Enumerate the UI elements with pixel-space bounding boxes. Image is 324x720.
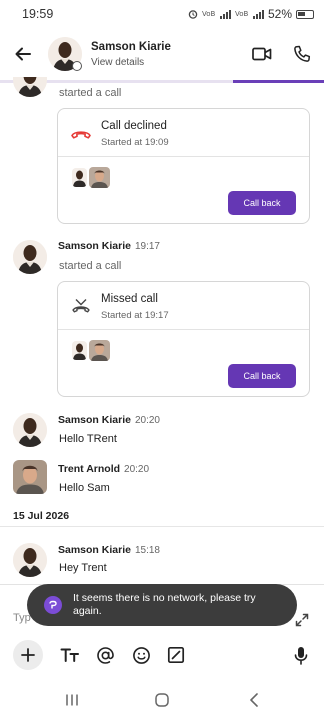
sender-name: Samson Kiarie: [58, 240, 131, 252]
phone-icon: [294, 45, 311, 62]
recents-button[interactable]: [60, 688, 84, 712]
header-info[interactable]: Samson Kiarie View details: [91, 41, 242, 68]
nav-back-button[interactable]: [242, 688, 266, 712]
signal-2-icon: [252, 9, 264, 19]
sketch-icon: [167, 646, 185, 664]
message-item: Samson Kiarie 15:18 Hey Trent: [0, 541, 324, 581]
presence-indicator: [72, 61, 82, 71]
sketch-button[interactable]: [161, 640, 191, 670]
network-label-2: VoB LTE2: [234, 10, 249, 18]
call-start-time: Started at 19:09: [101, 137, 169, 148]
message-item: Samson Kiarie 19:17 started a call: [0, 238, 324, 278]
home-icon: [155, 693, 169, 707]
emoji-button[interactable]: [126, 640, 156, 670]
audio-call-button[interactable]: [282, 34, 322, 74]
battery-icon: [296, 9, 314, 19]
toast-message: It seems there is no network, please try…: [73, 592, 256, 617]
message-text: Hello Sam: [59, 482, 110, 494]
mention-icon: [96, 646, 114, 664]
recents-icon: [66, 694, 78, 706]
date-separator: 15 Jul 2026: [13, 510, 70, 522]
nav-back-icon: [250, 693, 258, 707]
expand-icon[interactable]: [294, 612, 310, 628]
message-item: Trent Arnold 20:20 Hello Sam: [0, 460, 324, 500]
message-header: Samson Kiarie 19:17: [58, 240, 160, 252]
status-time: 19:59: [22, 7, 54, 21]
voice-message-button[interactable]: [286, 640, 316, 670]
video-call-icon: [252, 47, 272, 61]
participant-avatar: [72, 341, 87, 360]
message-header: Samson Kiarie 20:20: [58, 414, 160, 426]
home-button[interactable]: [150, 688, 174, 712]
message-text: started a call: [59, 87, 122, 99]
sender-name: Samson Kiarie: [58, 414, 131, 426]
call-back-button[interactable]: Call back: [228, 191, 296, 215]
status-bar: 19:59 VoB LTE1 VoB LTE2 52%: [0, 0, 324, 28]
back-button[interactable]: [0, 31, 46, 77]
message-time: 20:20: [124, 464, 150, 475]
plus-icon: [21, 648, 35, 662]
chat-header: Samson Kiarie View details: [0, 28, 324, 80]
call-card-declined: Call declined Started at 19:09 Call back: [57, 108, 310, 224]
text-format-icon: [60, 648, 79, 662]
system-nav-bar: [0, 680, 324, 720]
call-start-time: Started at 19:17: [101, 310, 169, 321]
network-label-1: VoB LTE1: [201, 10, 216, 18]
composer-toolbar: [0, 640, 324, 672]
microphone-icon: [294, 646, 308, 665]
message-time: 20:20: [134, 415, 160, 426]
text-format-button[interactable]: [55, 640, 85, 670]
avatar: [13, 460, 47, 494]
avatar: [13, 77, 47, 97]
message-text: Hey Trent: [59, 562, 107, 574]
call-back-button[interactable]: Call back: [228, 364, 296, 388]
emoji-icon: [132, 646, 150, 664]
call-participants: [72, 340, 110, 361]
sender-name: Trent Arnold: [58, 463, 121, 475]
signal-1-icon: [219, 9, 231, 19]
app-logo-icon: [44, 596, 62, 614]
network-error-toast: It seems there is no network, please try…: [27, 584, 297, 626]
message-time: 19:17: [134, 241, 160, 252]
view-details-link[interactable]: View details: [91, 57, 242, 68]
message-time: 15:18: [134, 545, 160, 556]
call-title: Missed call: [101, 293, 158, 305]
mention-button[interactable]: [90, 640, 120, 670]
call-card-missed: Missed call Started at 19:17 Call back: [57, 281, 310, 397]
message-header: Samson Kiarie 15:18: [58, 544, 160, 556]
video-call-button[interactable]: [242, 34, 282, 74]
status-icons: VoB LTE1 VoB LTE2 52%: [188, 7, 314, 21]
add-button[interactable]: [13, 640, 43, 670]
message-text: Hello TRent: [59, 433, 117, 445]
message-item: Samson Kiarie 20:20 Hello TRent: [0, 411, 324, 451]
back-arrow-icon: [15, 47, 31, 61]
battery-percent: 52%: [267, 7, 292, 21]
call-title: Call declined: [101, 120, 167, 132]
message-text: started a call: [59, 260, 122, 272]
contact-name: Samson Kiarie: [91, 40, 171, 53]
message-header: Trent Arnold 20:20: [58, 463, 149, 475]
avatar: [13, 413, 47, 447]
sender-name: Samson Kiarie: [58, 544, 131, 556]
alarm-icon: [188, 10, 198, 19]
participant-avatar: [89, 340, 110, 361]
message-item: started a call: [0, 77, 324, 103]
avatar: [13, 543, 47, 577]
call-participants: [72, 167, 110, 188]
avatar: [13, 240, 47, 274]
participant-avatar: [72, 168, 87, 187]
missed-call-icon: [72, 299, 90, 313]
declined-call-icon: [71, 131, 91, 139]
divider: [0, 526, 324, 527]
participant-avatar: [89, 167, 110, 188]
